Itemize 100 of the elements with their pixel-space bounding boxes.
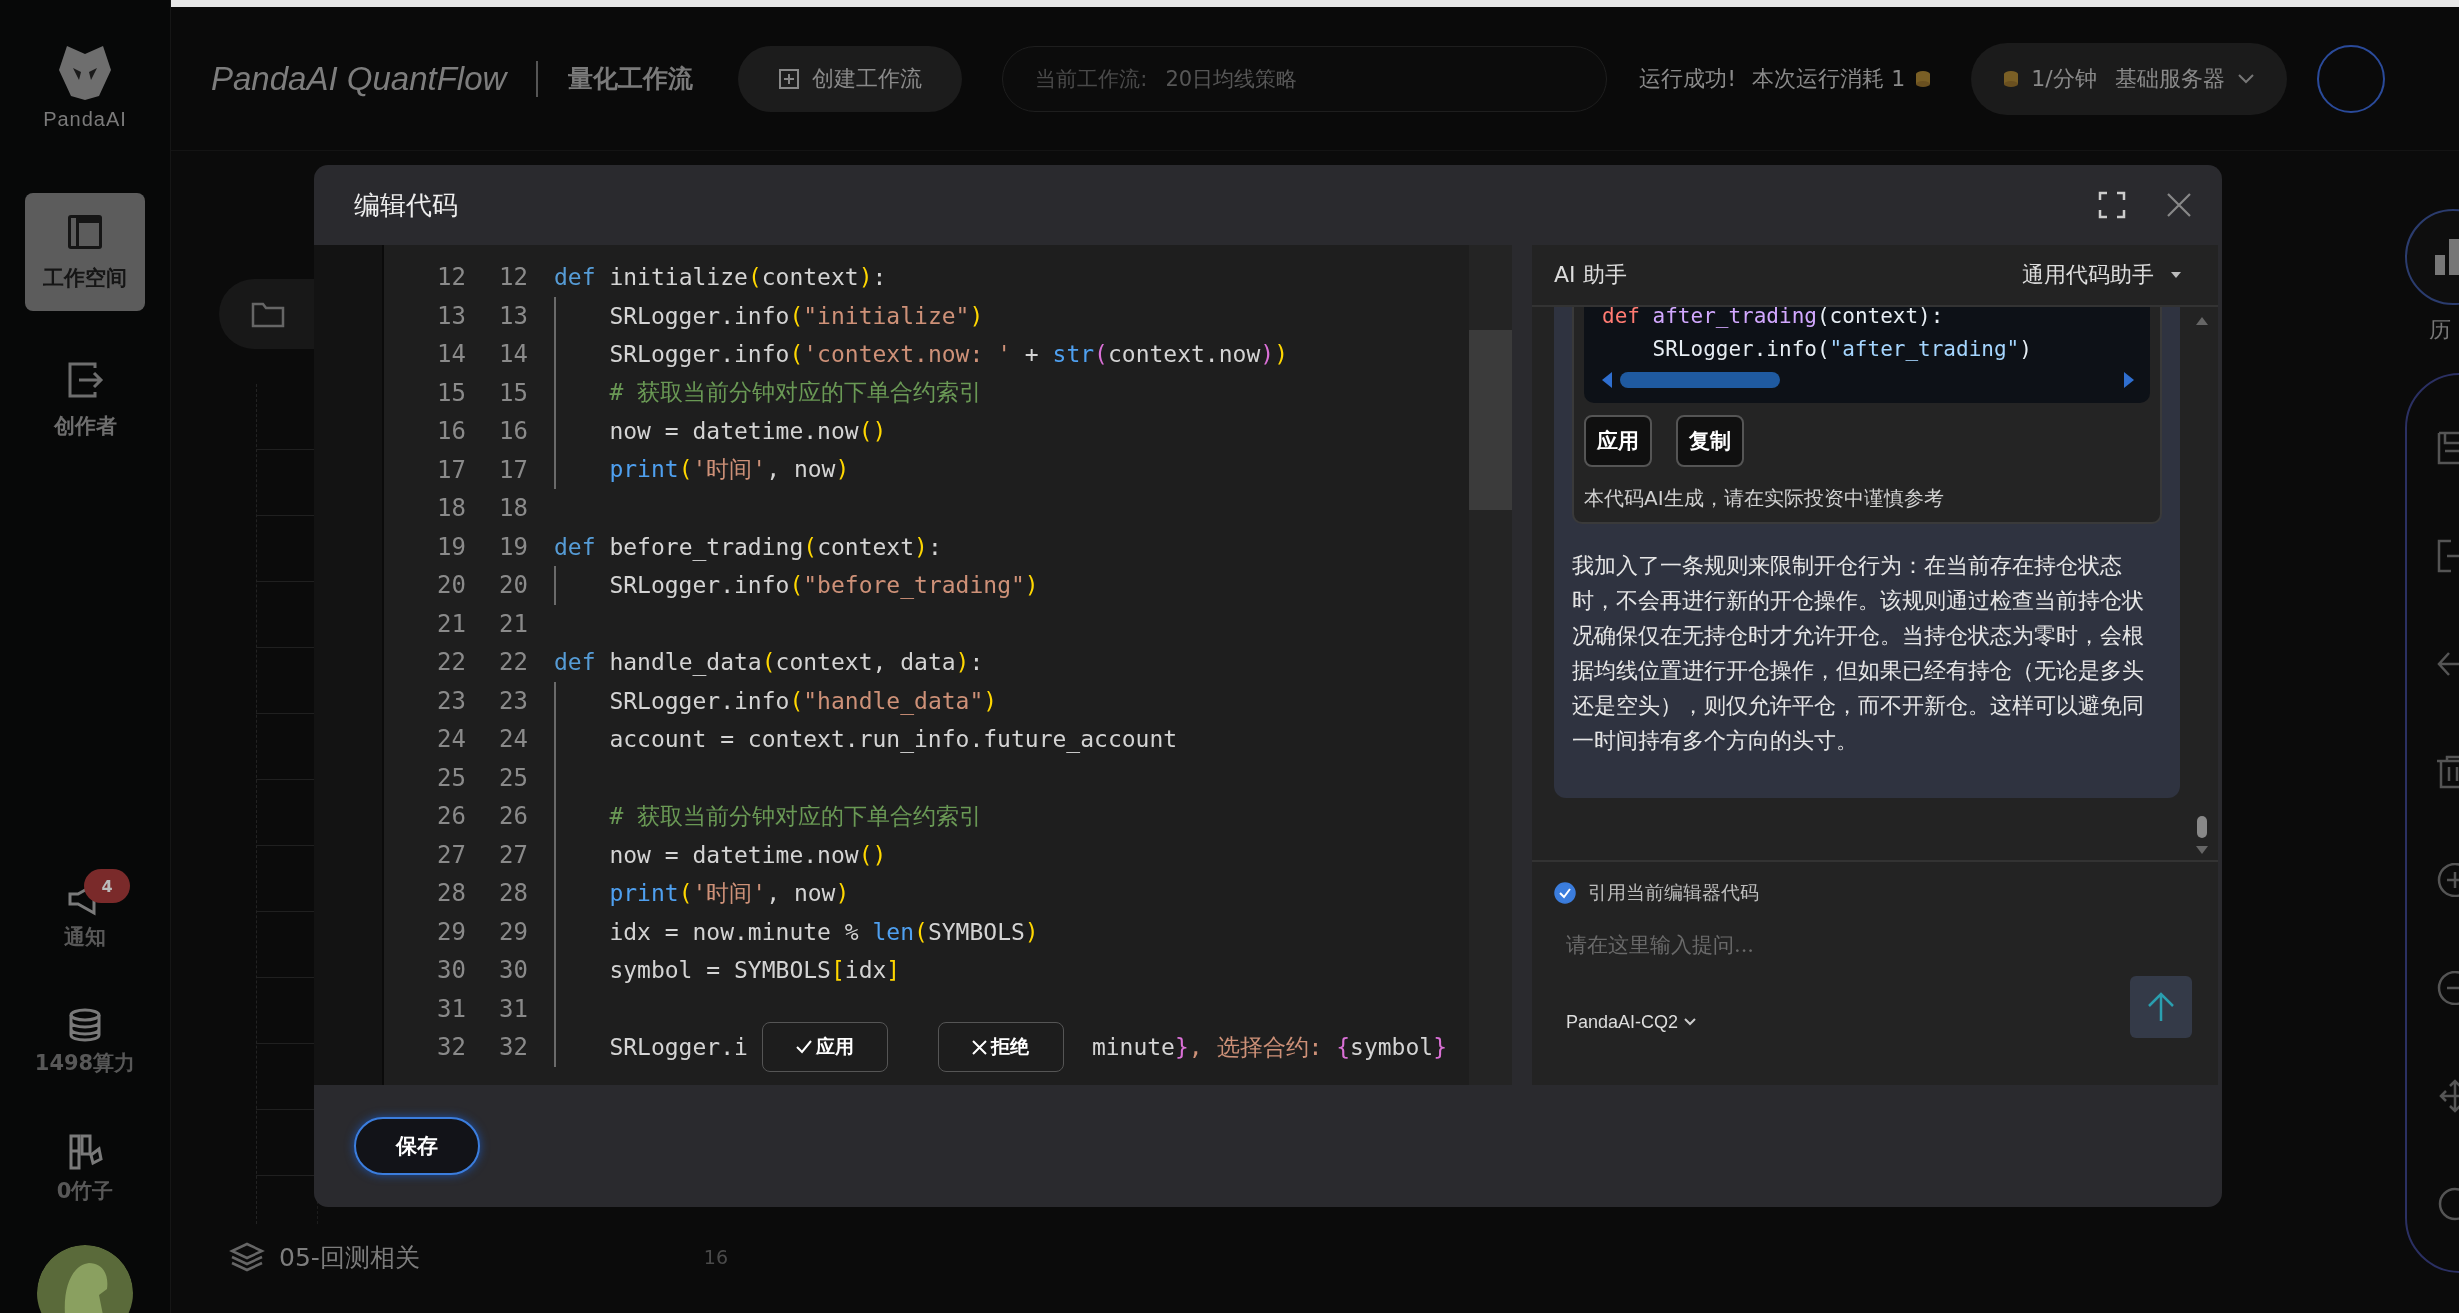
- zoom-out-icon[interactable]: [2437, 971, 2459, 1005]
- sidebar-item[interactable]: 创作者: [25, 341, 145, 459]
- scroll-down-icon[interactable]: [2196, 846, 2208, 854]
- trash-icon[interactable]: [2437, 755, 2459, 789]
- line-number: 29: [498, 917, 528, 946]
- scroll-right-icon[interactable]: [2124, 372, 2134, 388]
- line-number: 17: [498, 455, 528, 484]
- code-line: SRLogger.i: [608, 1034, 748, 1061]
- checkbox[interactable]: [1554, 882, 1576, 904]
- disclaimer-text: 本代码AI生成，请在实际投资中谨慎参考: [1584, 485, 1945, 512]
- quote-code-checkbox[interactable]: 引用当前编辑器代码: [1554, 880, 2192, 906]
- apply-button[interactable]: 应用: [1584, 415, 1652, 467]
- code-line: minute}, 选择合约: {symbol}: [1091, 1032, 1448, 1062]
- code-line: SRLogger.info("before_trading"): [608, 572, 1039, 599]
- current-workflow-field[interactable]: 当前工作流: 20日均线策略: [1002, 45, 1608, 112]
- sidebar-item[interactable]: 0竹子: [25, 1117, 145, 1205]
- line-number: 16: [436, 417, 466, 446]
- code-editor[interactable]: [314, 245, 1512, 1085]
- send-button[interactable]: [2130, 976, 2192, 1038]
- server-dropdown[interactable]: 1/分钟 基础服务器: [1971, 42, 2287, 115]
- exit-icon[interactable]: [2437, 539, 2459, 573]
- create-workflow-button[interactable]: 创建工作流: [738, 45, 963, 112]
- line-number: 20: [498, 571, 528, 600]
- profile-button[interactable]: [2316, 44, 2385, 113]
- line-number: 27: [498, 840, 528, 869]
- run-status: 运行成功!: [1639, 64, 1737, 93]
- chevron-down-icon: [2236, 72, 2255, 85]
- line-number: 24: [498, 725, 528, 754]
- line-number: 18: [436, 494, 466, 523]
- line-number: 21: [436, 609, 466, 638]
- scroll-left-icon[interactable]: [1602, 372, 1612, 388]
- app-subtitle: 量化工作流: [568, 63, 694, 95]
- code-line: symbol = SYMBOLS[idx]: [608, 957, 901, 984]
- search-icon[interactable]: [2437, 1187, 2459, 1221]
- zoom-in-icon[interactable]: [2437, 863, 2459, 897]
- run-cost: 本次运行消耗 1: [1752, 64, 1906, 93]
- code-line: def before_trading(context):: [554, 533, 942, 560]
- scrollbar-thumb[interactable]: [1469, 330, 1512, 510]
- code-line: # 获取当前分钟对应的下单合约索引: [608, 378, 983, 408]
- code-line: print('时间', now): [608, 455, 850, 485]
- group-row[interactable]: 05-回测相关 16: [219, 1232, 2405, 1282]
- layers-icon: [229, 1241, 265, 1273]
- coins-icon: [67, 1007, 103, 1043]
- line-number: 14: [498, 340, 528, 369]
- line-number: 15: [436, 378, 466, 407]
- line-number: 12: [498, 263, 528, 292]
- arrow-up-icon: [2147, 992, 2175, 1022]
- move-icon[interactable]: [2437, 1079, 2459, 1113]
- line-number: 14: [436, 340, 466, 369]
- coin-icon: [2003, 69, 2020, 88]
- model-dropdown[interactable]: PandaAI-CQ2: [1554, 1010, 1703, 1034]
- line-number: 18: [498, 494, 528, 523]
- code-line: def after_trading(context):: [1602, 307, 1944, 328]
- code-line: SRLogger.info("initialize"): [608, 302, 984, 329]
- line-number: 13: [436, 301, 466, 330]
- line-number: 32: [498, 1033, 528, 1062]
- line-number: 22: [498, 648, 528, 677]
- accept-button[interactable]: 应用: [761, 1022, 888, 1073]
- logo-text: PandaAI: [43, 108, 127, 131]
- code-line: def handle_data(context, data):: [554, 649, 984, 676]
- scrollbar-thumb[interactable]: [1620, 372, 1780, 388]
- assistant-mode-dropdown[interactable]: 通用代码助手: [2016, 259, 2188, 291]
- notification-badge: 4: [84, 869, 130, 903]
- line-number: 24: [436, 725, 466, 754]
- question-input[interactable]: 请在这里输入提问...: [1554, 924, 2192, 966]
- line-number: 16: [498, 417, 528, 446]
- check-icon: [795, 1040, 812, 1055]
- chevron-down-icon: [1684, 1018, 1697, 1026]
- copy-button[interactable]: 复制: [1676, 415, 1744, 467]
- layout-icon: [65, 212, 105, 252]
- code-line: now = datetime.now(): [608, 418, 887, 445]
- line-number: 28: [498, 879, 528, 908]
- scrollbar-thumb[interactable]: [2197, 816, 2207, 838]
- avatar[interactable]: [37, 1245, 133, 1313]
- line-number: 30: [498, 956, 528, 985]
- line-number: 30: [436, 956, 466, 985]
- fullscreen-icon[interactable]: [2098, 191, 2126, 219]
- code-line: SRLogger.info("after_trading"): [1651, 336, 2032, 361]
- code-line: print('时间', now): [608, 878, 850, 908]
- line-number: 22: [436, 648, 466, 677]
- code-line: def initialize(context):: [554, 264, 887, 291]
- caret-icon: [2170, 271, 2182, 279]
- save-icon[interactable]: [2437, 431, 2459, 465]
- line-number: 15: [498, 378, 528, 407]
- line-number: 17: [436, 455, 466, 484]
- line-number: 27: [436, 840, 466, 869]
- line-number: 29: [436, 917, 466, 946]
- save-button[interactable]: 保存: [354, 1117, 480, 1175]
- sidebar-item[interactable]: 4 通知: [25, 865, 145, 951]
- group-count: 16: [703, 1246, 729, 1268]
- sidebar-item[interactable]: 工作空间: [25, 193, 145, 311]
- close-icon[interactable]: [2166, 192, 2192, 218]
- bar-chart-icon: [2435, 237, 2459, 277]
- sidebar-item[interactable]: 1498算力: [25, 991, 145, 1077]
- code-line: SRLogger.info('context.now: ' + str(context.now)): [608, 341, 1288, 368]
- reject-button[interactable]: 拒绝: [937, 1022, 1064, 1073]
- app-title: PandaAI QuantFlow: [211, 59, 507, 98]
- dialog-title: 编辑代码: [354, 188, 459, 222]
- scroll-up-icon[interactable]: [2196, 317, 2208, 325]
- line-number: 28: [436, 879, 466, 908]
